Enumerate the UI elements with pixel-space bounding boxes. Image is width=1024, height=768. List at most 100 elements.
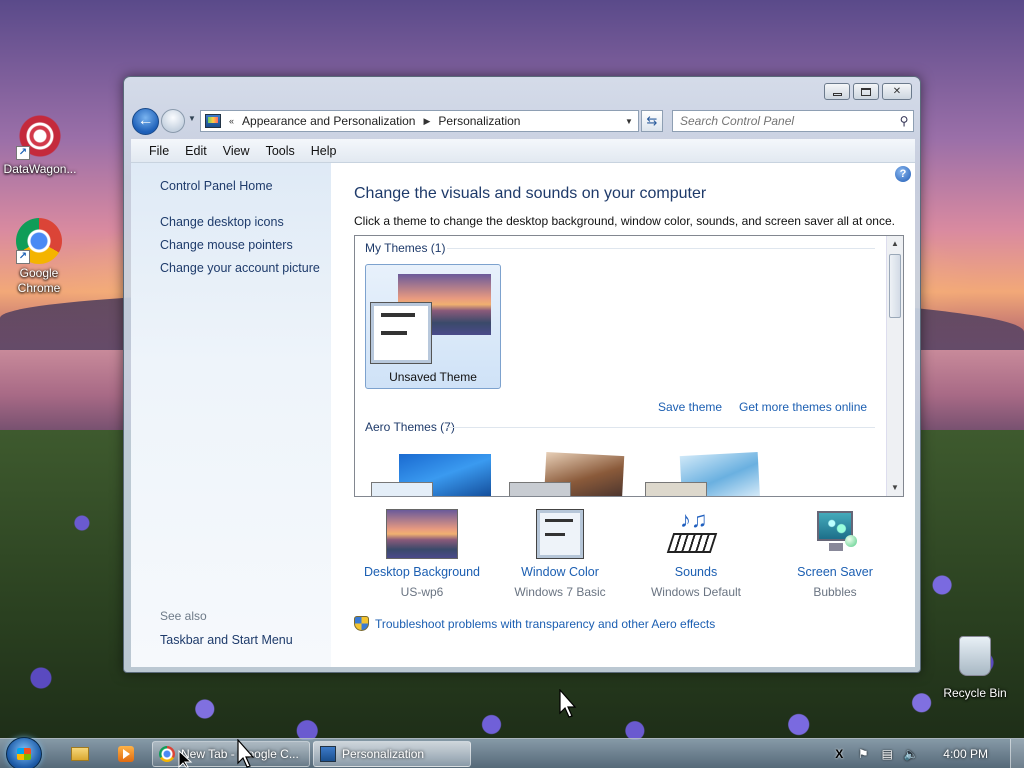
my-themes-group-title: My Themes (1) — [365, 241, 446, 255]
shortcut-arrow-icon: ↗ — [16, 146, 30, 160]
media-player-icon — [118, 746, 134, 762]
troubleshoot-label: Troubleshoot problems with transparency … — [375, 616, 716, 631]
recent-pages-button[interactable]: ▼ — [188, 114, 198, 124]
theme-windows-7[interactable] — [367, 454, 491, 496]
setting-value: Bubbles — [813, 585, 857, 599]
close-button[interactable]: ✕ — [882, 83, 912, 100]
desktop-background-setting[interactable]: Desktop Background US-wp6 — [357, 509, 487, 599]
taskbar: New Tab - Google C... Personalization X … — [0, 737, 1024, 768]
troubleshoot-link[interactable]: Troubleshoot problems with transparency … — [354, 616, 715, 631]
mouse-cursor-icon — [237, 738, 257, 768]
taskbar-and-start-menu-link[interactable]: Taskbar and Start Menu — [160, 633, 293, 647]
control-panel-icon — [320, 746, 336, 762]
tray-app-icon[interactable]: X — [831, 746, 847, 762]
mouse-cursor-icon — [559, 688, 579, 722]
change-desktop-icons-link[interactable]: Change desktop icons — [160, 215, 284, 229]
see-also-heading: See also — [160, 609, 207, 623]
menu-view[interactable]: View — [223, 144, 250, 158]
group-divider — [447, 427, 875, 428]
scroll-thumb[interactable] — [889, 254, 901, 318]
screen-saver-setting[interactable]: Screen Saver Bubbles — [770, 509, 900, 599]
screen-saver-icon — [799, 509, 871, 559]
themes-list: My Themes (1) Unsaved Theme Save theme G… — [354, 235, 904, 497]
action-center-flag-icon[interactable]: ⚑ — [855, 746, 871, 762]
back-button[interactable]: ← — [132, 108, 159, 135]
desktop-icon-recycle-bin[interactable]: Recycle Bin — [935, 636, 1015, 701]
keyboard-shape — [666, 533, 718, 553]
change-account-picture-link[interactable]: Change your account picture — [160, 261, 320, 275]
search-icon[interactable]: ⚲ — [895, 114, 913, 128]
start-button[interactable] — [6, 737, 42, 768]
menu-edit[interactable]: Edit — [185, 144, 207, 158]
control-panel-icon — [205, 114, 221, 128]
desktop-icon-label: Google Chrome — [17, 266, 61, 295]
group-divider — [447, 248, 875, 249]
menu-file[interactable]: File — [149, 144, 169, 158]
taskbar-pin-explorer[interactable] — [60, 742, 100, 766]
taskbar-pin-media-player[interactable] — [106, 742, 146, 766]
get-more-themes-link[interactable]: Get more themes online — [739, 400, 867, 414]
taskbar-task-personalization[interactable]: Personalization — [313, 741, 471, 767]
navigation-bar: ← ▼ « Appearance and Personalization ▶ P… — [132, 107, 914, 135]
main-content: ? Change the visuals and sounds on your … — [331, 163, 915, 667]
task-label: Personalization — [342, 747, 425, 761]
search-input[interactable] — [673, 112, 895, 130]
window-color-setting[interactable]: Window Color Windows 7 Basic — [495, 509, 625, 599]
volume-icon[interactable]: 🔈 — [903, 746, 919, 762]
show-desktop-button[interactable] — [1010, 739, 1024, 768]
change-mouse-pointers-link[interactable]: Change mouse pointers — [160, 238, 293, 252]
themes-scrollbar[interactable]: ▲ ▼ — [886, 236, 903, 496]
minimize-button[interactable] — [824, 83, 850, 100]
desktop-background-icon — [386, 509, 458, 559]
sounds-setting[interactable]: ♪♫ Sounds Windows Default — [631, 509, 761, 600]
page-title: Change the visuals and sounds on your co… — [354, 185, 707, 202]
breadcrumb-separator-icon[interactable]: ▶ — [419, 116, 434, 127]
desktop-icon-label: DataWagon... — [3, 162, 77, 176]
back-arrow-icon: ← — [137, 112, 154, 129]
taskbar-task-chrome[interactable]: New Tab - Google C... — [152, 741, 310, 767]
breadcrumb-overflow[interactable]: « — [225, 116, 238, 126]
desktop-icon-datawagon[interactable]: ↗ DataWagon... — [0, 112, 80, 177]
datawagon-icon: ↗ — [16, 112, 64, 160]
theme-unsaved[interactable]: Unsaved Theme — [365, 264, 501, 389]
setting-value: Windows Default — [650, 585, 742, 599]
window-color-preview — [645, 482, 707, 496]
desktop-icon-google-chrome[interactable]: ↗ Google Chrome — [0, 218, 79, 296]
breadcrumb-appearance-and-personalization[interactable]: Appearance and Personalization — [238, 114, 419, 128]
theme-architecture[interactable] — [505, 451, 625, 496]
setting-title: Desktop Background — [363, 565, 481, 579]
help-icon[interactable]: ? — [895, 166, 911, 182]
setting-title: Screen Saver — [797, 565, 873, 579]
setting-value: US-wp6 — [400, 585, 444, 599]
address-bar[interactable]: « Appearance and Personalization ▶ Perso… — [200, 110, 639, 132]
chevron-down-icon: ▼ — [188, 114, 196, 123]
recycle-bin-icon — [959, 636, 991, 676]
task-pane: Control Panel Home Change desktop icons … — [131, 163, 331, 667]
minimize-icon — [832, 92, 842, 96]
menu-bar: File Edit View Tools Help — [131, 139, 915, 163]
personalization-window: ✕ ← ▼ « Appearance and Personalization ▶… — [123, 76, 921, 673]
menu-help[interactable]: Help — [311, 144, 337, 158]
refresh-button[interactable]: ⇆ — [641, 110, 663, 132]
address-dropdown-icon[interactable]: ▼ — [620, 117, 638, 126]
close-icon: ✕ — [892, 86, 902, 97]
save-theme-link[interactable]: Save theme — [658, 400, 722, 414]
desktop-icon-label: Recycle Bin — [943, 686, 1007, 700]
menu-tools[interactable]: Tools — [266, 144, 295, 158]
window-color-preview — [509, 482, 571, 496]
chrome-icon — [159, 746, 175, 762]
control-panel-home-link[interactable]: Control Panel Home — [160, 179, 273, 193]
network-icon[interactable]: ▤ — [879, 746, 895, 762]
scroll-up-icon[interactable]: ▲ — [887, 236, 903, 252]
forward-button[interactable] — [161, 109, 185, 133]
bubble-shape — [845, 535, 857, 547]
scroll-down-icon[interactable]: ▼ — [887, 480, 903, 496]
sounds-icon: ♪♫ — [660, 509, 732, 559]
maximize-icon — [861, 87, 871, 96]
theme-characters[interactable] — [641, 451, 761, 496]
shield-icon — [354, 616, 369, 631]
maximize-button[interactable] — [853, 83, 879, 100]
breadcrumb-personalization[interactable]: Personalization — [434, 114, 524, 128]
theme-label: Unsaved Theme — [389, 370, 477, 384]
clock[interactable]: 4:00 PM — [943, 747, 988, 761]
